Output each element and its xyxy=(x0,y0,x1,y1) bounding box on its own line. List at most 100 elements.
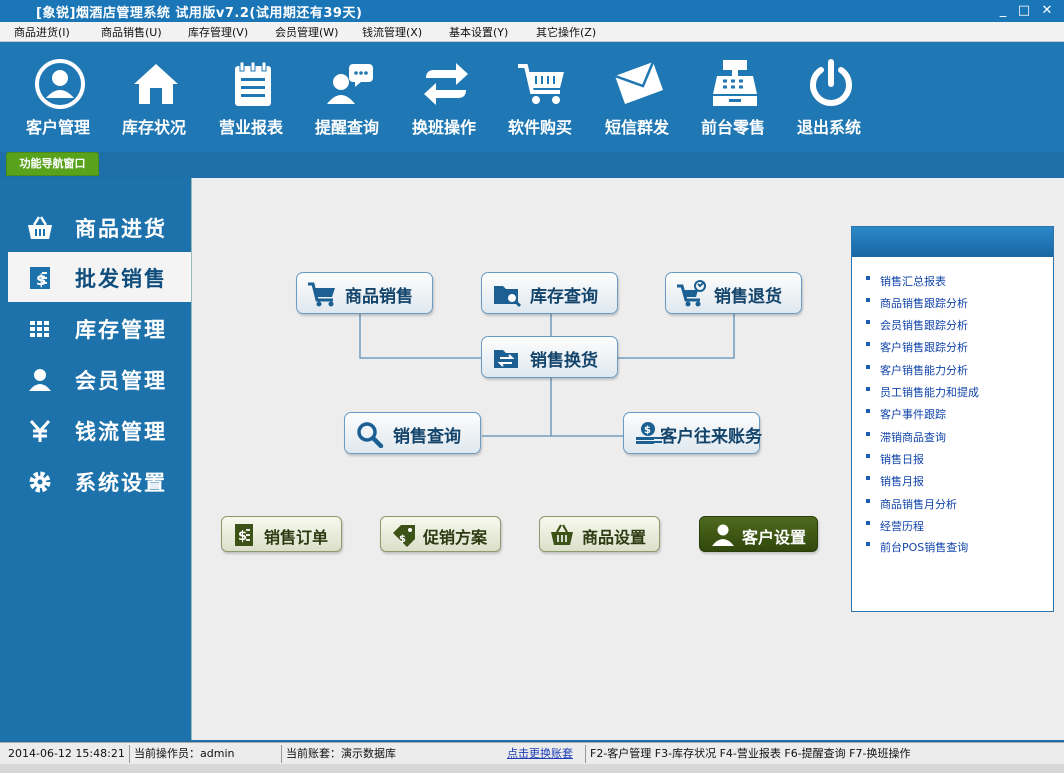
toolbar-stock-status-button[interactable]: 库存状况 xyxy=(106,42,202,150)
status-operator: 当前操作员：admin xyxy=(129,745,279,763)
toolbar-label: 营业报表 xyxy=(218,118,283,137)
switch-account-link[interactable]: 点击更换账套 xyxy=(503,745,585,763)
customer-settings-button[interactable]: 客户设置 xyxy=(699,516,818,552)
sidebar-item-label: 系统设置 xyxy=(75,471,167,495)
report-link[interactable]: 前台POS销售查询 xyxy=(866,539,968,555)
product-settings-label: 商品设置 xyxy=(582,528,647,547)
menu-other[interactable]: 其它操作(Z) xyxy=(536,24,596,40)
chat-user-icon xyxy=(327,64,373,104)
gear-icon xyxy=(29,471,51,493)
swap-arrows-icon xyxy=(424,63,468,105)
menu-bar: 商品进货(I) 商品销售(U) 库存管理(V) 会员管理(W) 钱流管理(X) … xyxy=(0,22,1064,42)
menu-inventory[interactable]: 库存管理(V) xyxy=(188,24,248,40)
report-link[interactable]: 会员销售跟踪分析 xyxy=(866,317,968,333)
menu-settings[interactable]: 基本设置(Y) xyxy=(449,24,508,40)
sidebar: 商品进货 $ 批发销售 库存管理 会员管理 钱流管理 系统设置 xyxy=(0,178,191,740)
grid-icon xyxy=(30,321,49,337)
sales-query-button[interactable]: 销售查询 xyxy=(344,412,481,454)
sales-button[interactable]: 商品销售 xyxy=(296,272,433,314)
report-link[interactable]: 销售月报 xyxy=(866,473,924,489)
search-icon xyxy=(357,422,384,448)
toolbar-sms-button[interactable]: 短信群发 xyxy=(589,42,685,150)
sidebar-item-label: 库存管理 xyxy=(75,318,167,342)
sales-label: 商品销售 xyxy=(345,287,413,307)
report-link[interactable]: 滞销商品查询 xyxy=(866,429,946,445)
toolbar-report-button[interactable]: 营业报表 xyxy=(203,42,299,150)
toolbar-label: 提醒查询 xyxy=(314,118,379,137)
product-settings-button[interactable]: 商品设置 xyxy=(539,516,660,552)
svg-text:$: $ xyxy=(644,425,651,436)
menu-cashflow[interactable]: 钱流管理(X) xyxy=(362,24,422,40)
folder-exchange-icon xyxy=(494,350,518,368)
promotion-label: 促销方案 xyxy=(423,528,488,547)
toolbar-exit-button[interactable]: 退出系统 xyxy=(781,42,877,150)
report-link[interactable]: 客户销售跟踪分析 xyxy=(866,339,968,355)
bullet-icon xyxy=(866,342,870,346)
minimize-button[interactable]: _ xyxy=(992,1,1014,21)
close-button[interactable]: ✕ xyxy=(1036,1,1058,21)
svg-text:$: $ xyxy=(238,529,247,544)
toolbar-reminder-button[interactable]: 提醒查询 xyxy=(299,42,395,150)
menu-members[interactable]: 会员管理(W) xyxy=(275,24,338,40)
report-link[interactable]: 客户事件跟踪 xyxy=(866,406,946,422)
sidebar-item-purchase[interactable]: 商品进货 xyxy=(8,202,191,252)
basket-icon xyxy=(551,524,573,545)
report-link[interactable]: 经营历程 xyxy=(866,518,924,534)
envelope-icon xyxy=(614,61,663,104)
bullet-icon xyxy=(866,542,870,546)
price-tag-icon: $ xyxy=(393,525,415,547)
report-panel-header xyxy=(852,227,1053,257)
sales-order-button[interactable]: $ 销售订单 xyxy=(221,516,342,552)
customer-accounts-button[interactable]: $ 客户往来账务 xyxy=(623,412,762,454)
toolbar-shift-button[interactable]: 换班操作 xyxy=(396,42,492,150)
stock-query-button[interactable]: 库存查询 xyxy=(481,272,618,314)
toolbar: 客户管理 库存状况 营业报表 提醒查询 换班操作 软件购买 短信群发 前台零售 … xyxy=(0,42,1064,152)
cart-icon xyxy=(518,64,564,104)
sales-return-button[interactable]: 销售退货 xyxy=(665,272,802,314)
sidebar-item-label: 钱流管理 xyxy=(75,420,167,444)
sidebar-item-inventory[interactable]: 库存管理 xyxy=(8,303,191,353)
sidebar-item-label: 商品进货 xyxy=(75,217,167,241)
menu-purchase[interactable]: 商品进货(I) xyxy=(14,24,70,40)
cash-register-icon xyxy=(713,60,757,106)
bullet-icon xyxy=(866,521,870,525)
sidebar-item-settings[interactable]: 系统设置 xyxy=(8,456,191,506)
maximize-button[interactable]: □ xyxy=(1013,1,1035,21)
home-icon xyxy=(134,64,178,104)
report-link[interactable]: 员工销售能力和提成 xyxy=(866,384,979,400)
menu-sales[interactable]: 商品销售(U) xyxy=(101,24,162,40)
report-link[interactable]: 销售汇总报表 xyxy=(866,273,946,289)
sales-query-label: 销售查询 xyxy=(393,427,461,447)
report-link[interactable]: 销售日报 xyxy=(866,451,924,467)
report-link[interactable]: 商品销售跟踪分析 xyxy=(866,295,968,311)
member-icon xyxy=(29,369,51,391)
report-panel: 销售汇总报表 商品销售跟踪分析 会员销售跟踪分析 客户销售跟踪分析 客户销售能力… xyxy=(851,226,1054,612)
bullet-icon xyxy=(866,499,870,503)
bullet-icon xyxy=(866,298,870,302)
sidebar-item-wholesale[interactable]: $ 批发销售 xyxy=(8,252,191,302)
sidebar-item-members[interactable]: 会员管理 xyxy=(8,354,191,404)
customer-accounts-label: 客户往来账务 xyxy=(660,427,762,447)
toolbar-label: 库存状况 xyxy=(121,118,186,137)
basket-icon xyxy=(28,216,52,239)
sales-exchange-button[interactable]: 销售换货 xyxy=(481,336,618,378)
toolbar-label: 客户管理 xyxy=(25,118,90,137)
folder-search-icon xyxy=(494,286,522,308)
promotion-button[interactable]: $ 促销方案 xyxy=(380,516,501,552)
nav-window-tab[interactable]: 功能导航窗口 xyxy=(6,152,99,176)
toolbar-label: 软件购买 xyxy=(507,118,572,137)
sales-return-label: 销售退货 xyxy=(714,287,782,307)
toolbar-customer-button[interactable]: 客户管理 xyxy=(10,42,106,150)
toolbar-retail-button[interactable]: 前台零售 xyxy=(685,42,781,150)
bullet-icon xyxy=(866,454,870,458)
status-account: 当前账套：演示数据库 xyxy=(281,745,503,763)
toolbar-purchase-software-button[interactable]: 软件购买 xyxy=(492,42,588,150)
invoice-icon: $ xyxy=(235,524,253,546)
sidebar-item-cashflow[interactable]: 钱流管理 xyxy=(8,405,191,455)
bullet-icon xyxy=(866,320,870,324)
title-bar: [象锐]烟酒店管理系统 试用版v7.2(试用期还有39天) _ □ ✕ xyxy=(0,0,1064,22)
report-link[interactable]: 商品销售月分析 xyxy=(866,496,957,512)
status-datetime: 2014-06-12 15:48:21 xyxy=(8,747,125,760)
sidebar-item-label: 批发销售 xyxy=(75,267,167,291)
report-link[interactable]: 客户销售能力分析 xyxy=(866,362,968,378)
